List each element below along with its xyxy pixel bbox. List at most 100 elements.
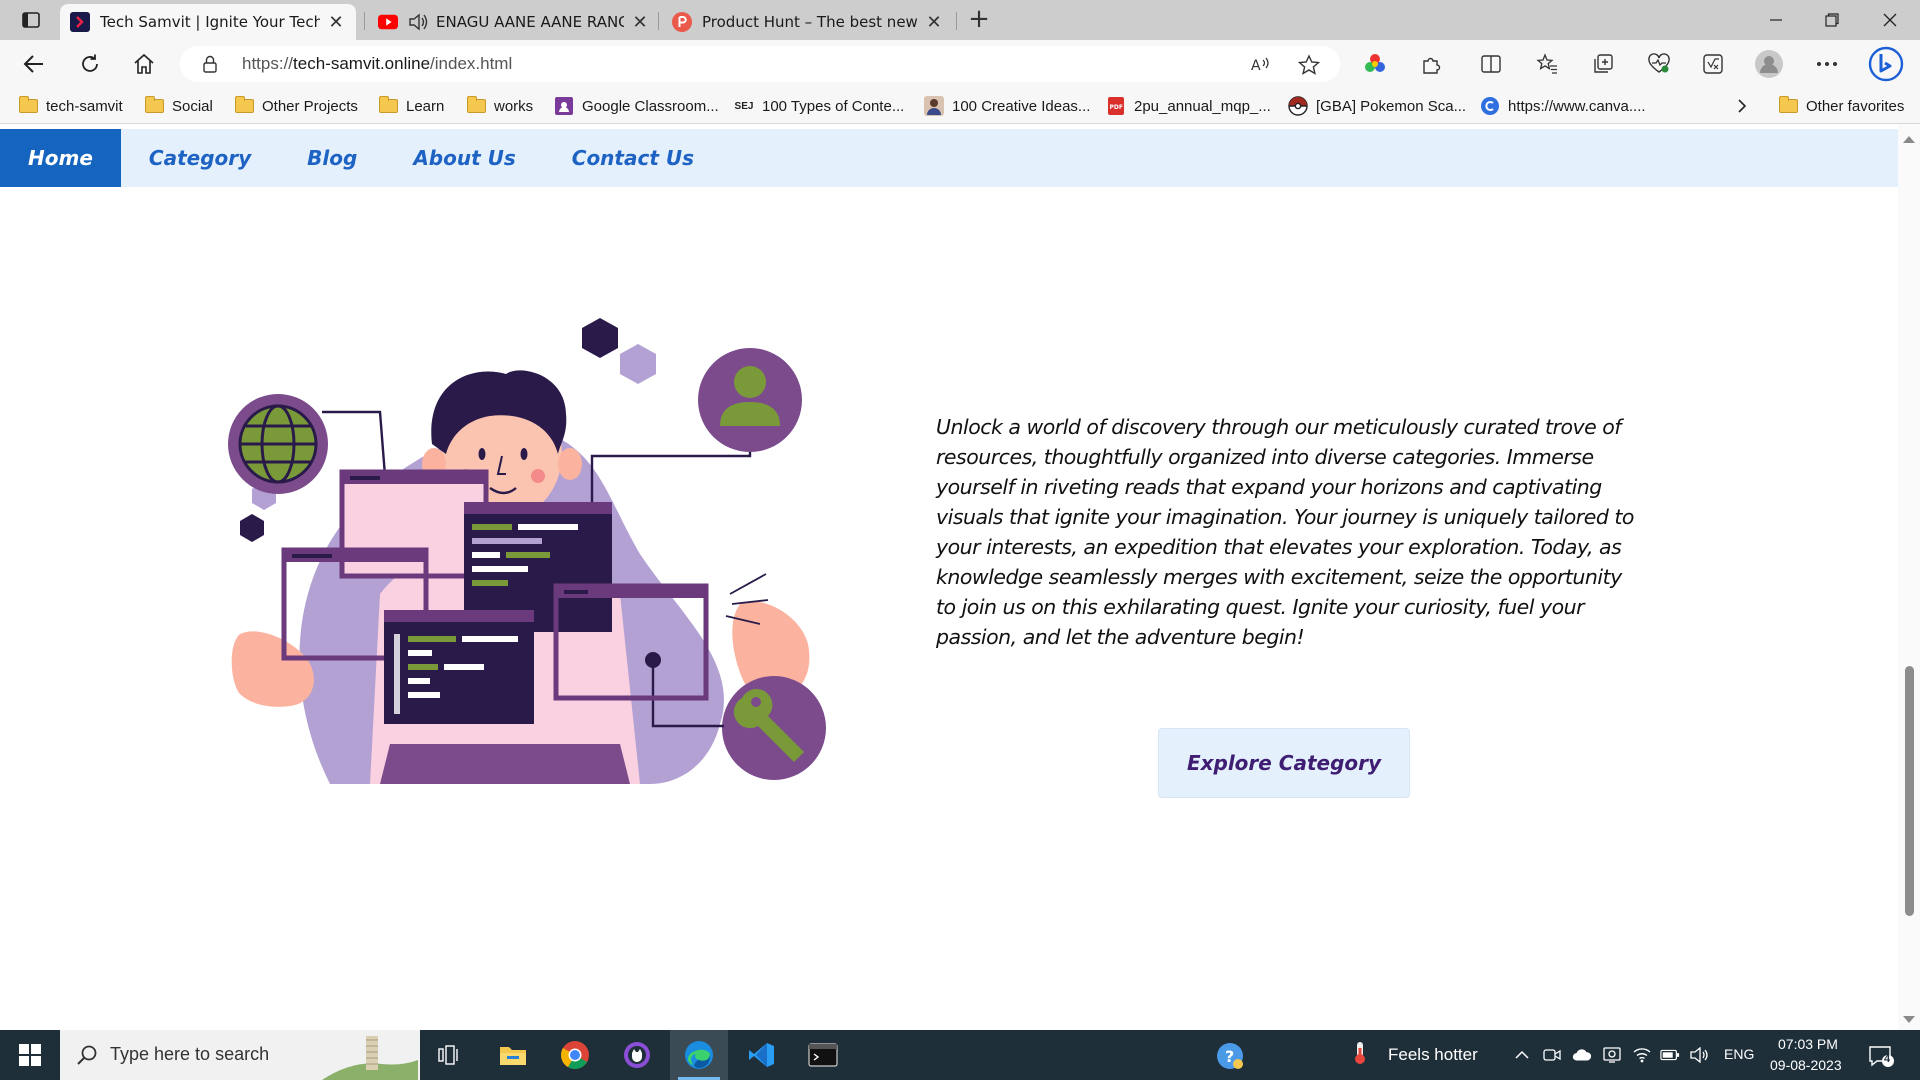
- chrome-button[interactable]: [546, 1030, 604, 1080]
- tab-youtube[interactable]: ENAGU AANE AANE RANGA ✕: [368, 4, 660, 40]
- profile-avatar[interactable]: [1754, 50, 1784, 78]
- folder-icon: [466, 96, 486, 115]
- page-scrollbar[interactable]: [1898, 124, 1920, 1030]
- help-icon[interactable]: ?: [1216, 1042, 1244, 1070]
- extensions-icon[interactable]: [1416, 50, 1446, 78]
- volume-icon[interactable]: [1690, 1046, 1710, 1064]
- chevron-up-icon[interactable]: [1512, 1046, 1532, 1064]
- clock-date[interactable]: 09-08-2023: [1770, 1057, 1842, 1073]
- tab-separator: [364, 12, 365, 30]
- address-bar[interactable]: https://tech-samvit.online/index.html A: [180, 46, 1340, 82]
- close-tab-icon[interactable]: ✕: [630, 12, 650, 33]
- close-tab-icon[interactable]: ✕: [924, 12, 944, 33]
- back-button[interactable]: [16, 48, 52, 80]
- github-desktop-button[interactable]: [608, 1030, 666, 1080]
- file-explorer-button[interactable]: [484, 1030, 542, 1080]
- tech-samvit-favicon-icon: [70, 12, 90, 32]
- terminal-icon: [808, 1043, 838, 1067]
- favorites-bar: tech-samvit Social Other Projects Learn …: [0, 88, 1920, 124]
- speaker-icon[interactable]: [408, 12, 428, 32]
- nav-contact-us[interactable]: Contact Us: [544, 129, 722, 187]
- youtube-favicon-icon: [378, 12, 398, 32]
- hexagon-dark-small: [240, 514, 264, 542]
- start-button[interactable]: [0, 1030, 60, 1080]
- search-highlight-image-icon: [322, 1036, 418, 1080]
- math-solver-icon[interactable]: [1698, 50, 1728, 78]
- read-aloud-icon[interactable]: A: [1250, 54, 1272, 76]
- scroll-up-arrow-icon[interactable]: [1903, 136, 1915, 143]
- favorite-100-types[interactable]: SEJ 100 Types of Conte...: [734, 94, 905, 118]
- lock-icon[interactable]: [202, 55, 218, 77]
- favorite-2pu-annual[interactable]: PDF 2pu_annual_mqp_...: [1106, 94, 1271, 118]
- arrow-left-icon: [23, 55, 43, 73]
- meet-now-icon[interactable]: [1542, 1046, 1562, 1064]
- favorite-learn[interactable]: Learn: [378, 94, 444, 118]
- restore-button[interactable]: [1804, 0, 1860, 40]
- color-wheel-extension-icon[interactable]: [1360, 50, 1390, 78]
- favorites-overflow-chevron[interactable]: [1736, 94, 1748, 118]
- battery-icon[interactable]: [1660, 1046, 1680, 1064]
- explore-category-button[interactable]: Explore Category: [1158, 728, 1410, 798]
- refresh-button[interactable]: [72, 48, 108, 80]
- tab-actions-button[interactable]: [14, 8, 48, 32]
- search-icon: [76, 1044, 98, 1070]
- folder-icon: [1778, 96, 1798, 115]
- vscode-icon: [749, 1043, 774, 1067]
- pokeball-icon: [1288, 96, 1308, 116]
- code-window-bottom: [384, 610, 534, 724]
- taskbar-search-box[interactable]: Type here to search: [60, 1030, 420, 1080]
- favorite-canva[interactable]: https://www.canva....: [1480, 94, 1646, 118]
- github-icon: [624, 1042, 650, 1068]
- notification-count: 4: [1884, 1053, 1891, 1065]
- weather-text[interactable]: Feels hotter: [1388, 1045, 1478, 1065]
- task-view-button[interactable]: [420, 1030, 478, 1080]
- nav-about-us[interactable]: About Us: [385, 129, 543, 187]
- bing-copilot-icon[interactable]: [1866, 44, 1906, 84]
- language-indicator[interactable]: ENG: [1724, 1046, 1754, 1062]
- screen-capture-icon[interactable]: [1602, 1046, 1622, 1064]
- terminal-button[interactable]: [794, 1030, 852, 1080]
- edge-button[interactable]: [670, 1030, 728, 1080]
- favorite-pokemon[interactable]: [GBA] Pokemon Sca...: [1288, 94, 1466, 118]
- collections-icon[interactable]: [1588, 50, 1618, 78]
- scroll-down-arrow-icon[interactable]: [1903, 1016, 1915, 1023]
- edge-icon: [685, 1041, 713, 1069]
- developer-legs: [380, 744, 630, 784]
- favorite-works[interactable]: works: [466, 94, 533, 118]
- clock-time[interactable]: 07:03 PM: [1778, 1036, 1838, 1052]
- star-icon[interactable]: [1298, 54, 1320, 76]
- favorite-social[interactable]: Social: [144, 94, 213, 118]
- browser-essentials-icon[interactable]: [1644, 50, 1674, 78]
- tab-product-hunt[interactable]: Product Hunt – The best new pro ✕: [662, 4, 954, 40]
- minimize-button[interactable]: [1748, 0, 1804, 40]
- close-tab-icon[interactable]: ✕: [326, 12, 346, 33]
- favorite-google-classroom[interactable]: Google Classroom...: [554, 94, 719, 118]
- task-view-icon: [438, 1045, 458, 1065]
- tab-tech-samvit[interactable]: Tech Samvit | Ignite Your Tech Pa ✕: [60, 4, 356, 40]
- refresh-icon: [82, 54, 98, 72]
- home-button[interactable]: [126, 48, 162, 80]
- split-screen-icon[interactable]: [1476, 50, 1506, 78]
- scroll-thumb[interactable]: [1905, 666, 1914, 916]
- nav-category[interactable]: Category: [121, 129, 279, 187]
- vscode-button[interactable]: [732, 1030, 790, 1080]
- thermometer-icon[interactable]: [1350, 1042, 1370, 1064]
- favorite-100-creative-ideas[interactable]: 100 Creative Ideas...: [924, 94, 1090, 118]
- onedrive-icon[interactable]: [1572, 1046, 1592, 1064]
- nav-blog[interactable]: Blog: [279, 129, 385, 187]
- other-favorites[interactable]: Other favorites: [1778, 94, 1904, 118]
- more-options-icon[interactable]: [1812, 50, 1842, 78]
- wifi-icon[interactable]: [1632, 1046, 1652, 1064]
- page-viewport: Home Category Blog About Us Contact Us U…: [0, 124, 1920, 1030]
- tab-title: Tech Samvit | Ignite Your Tech Pa: [100, 13, 320, 31]
- product-hunt-favicon-icon: [672, 12, 692, 32]
- favorites-icon[interactable]: [1532, 50, 1562, 78]
- tab-actions-icon: [22, 12, 40, 28]
- new-tab-button[interactable]: +: [964, 6, 994, 34]
- nav-home[interactable]: Home: [0, 129, 121, 187]
- tab-title: Product Hunt – The best new pro: [702, 13, 918, 31]
- favorite-other-projects[interactable]: Other Projects: [234, 94, 358, 118]
- close-window-button[interactable]: [1862, 0, 1918, 40]
- svg-text:?: ?: [1225, 1047, 1234, 1066]
- favorite-tech-samvit[interactable]: tech-samvit: [18, 94, 123, 118]
